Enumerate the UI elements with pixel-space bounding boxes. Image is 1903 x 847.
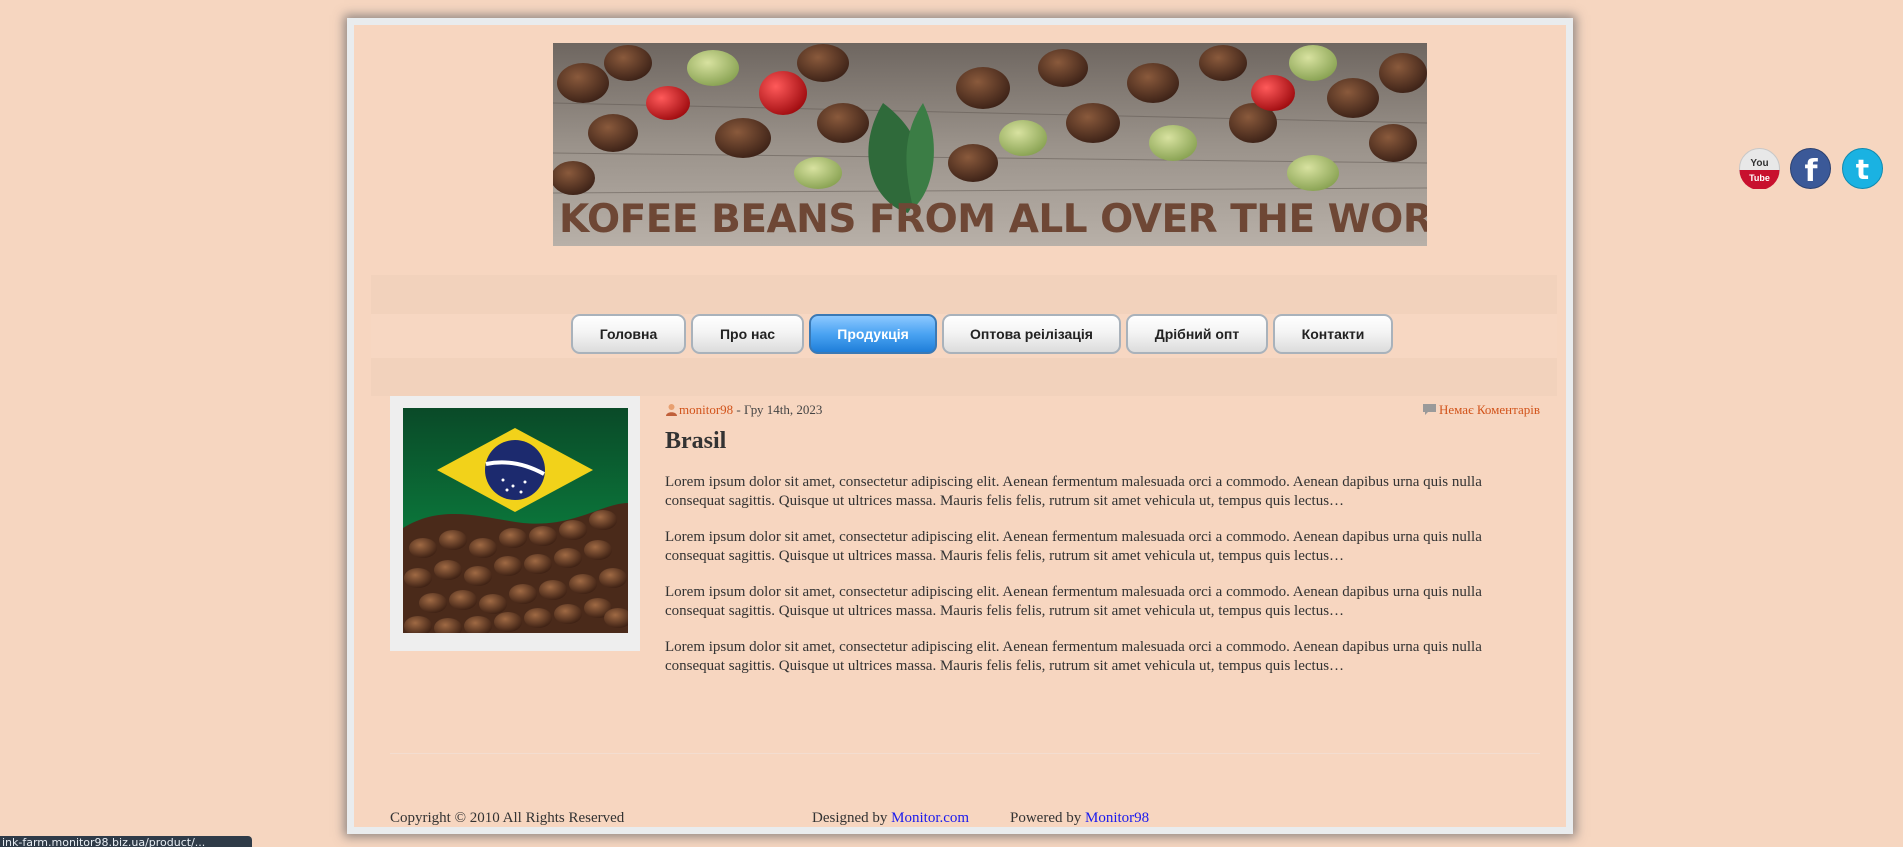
page-container: KOFEE BEANS FROM ALL OVER THE WORLD Голо…: [347, 18, 1573, 834]
nav-item-about[interactable]: Про нас: [691, 314, 804, 354]
nav-item-home[interactable]: Головна: [571, 314, 686, 354]
facebook-f-text: f: [1804, 154, 1818, 189]
nav-item-small-wholesale[interactable]: Дрібний опт: [1126, 314, 1268, 354]
designed-by-link[interactable]: Monitor.com: [891, 810, 969, 826]
powered-by-link[interactable]: Monitor98: [1085, 810, 1149, 826]
footer-copyright: Copyright © 2010 All Rights Reserved: [390, 810, 625, 826]
nav-item-wholesale[interactable]: Оптова реілізація: [942, 314, 1121, 354]
post-comments: Немає Коментарів: [1423, 402, 1540, 418]
facebook-icon[interactable]: f: [1790, 148, 1831, 189]
header: KOFEE BEANS FROM ALL OVER THE WORLD: [371, 43, 1557, 275]
footer-powered-by: Powered by Monitor98: [1010, 810, 1149, 827]
youtube-you-text: You: [1750, 158, 1768, 169]
post-meta: monitor98 - Гру 14th, 2023 Немає Комента…: [390, 402, 1540, 422]
post-date: - Гру 14th, 2023: [736, 402, 823, 417]
nav-item-contacts[interactable]: Контакти: [1273, 314, 1393, 354]
nav-spacer: [371, 275, 1557, 314]
post-author-link[interactable]: monitor98: [679, 402, 733, 417]
powered-by-label: Powered by: [1010, 810, 1082, 826]
post: monitor98 - Гру 14th, 2023 Немає Комента…: [390, 396, 1540, 693]
twitter-icon[interactable]: t: [1842, 148, 1883, 189]
brazil-coffee-image: [403, 408, 628, 633]
comment-bubble-icon: [1423, 404, 1436, 415]
comments-link[interactable]: Немає Коментарів: [1439, 402, 1540, 417]
status-bar-url: ink-farm.monitor98.biz.ua/product/...: [0, 836, 252, 847]
footer-divider: [390, 753, 1540, 754]
twitter-t-text: t: [1856, 153, 1869, 186]
youtube-tube-text: Tube: [1749, 173, 1770, 183]
user-icon: [666, 404, 677, 416]
footer-designed-by: Designed by Monitor.com: [812, 810, 969, 827]
youtube-icon[interactable]: You Tube: [1739, 148, 1780, 189]
header-banner: KOFEE BEANS FROM ALL OVER THE WORLD: [553, 43, 1427, 246]
content-spacer: [371, 358, 1557, 396]
main-navigation: Головна Про нас Продукція Оптова реіліза…: [371, 314, 1557, 358]
banner-title: KOFEE BEANS FROM ALL OVER THE WORLD: [559, 197, 1427, 242]
post-thumbnail[interactable]: [390, 396, 640, 651]
designed-by-label: Designed by: [812, 810, 888, 826]
nav-item-products[interactable]: Продукція: [809, 314, 937, 354]
